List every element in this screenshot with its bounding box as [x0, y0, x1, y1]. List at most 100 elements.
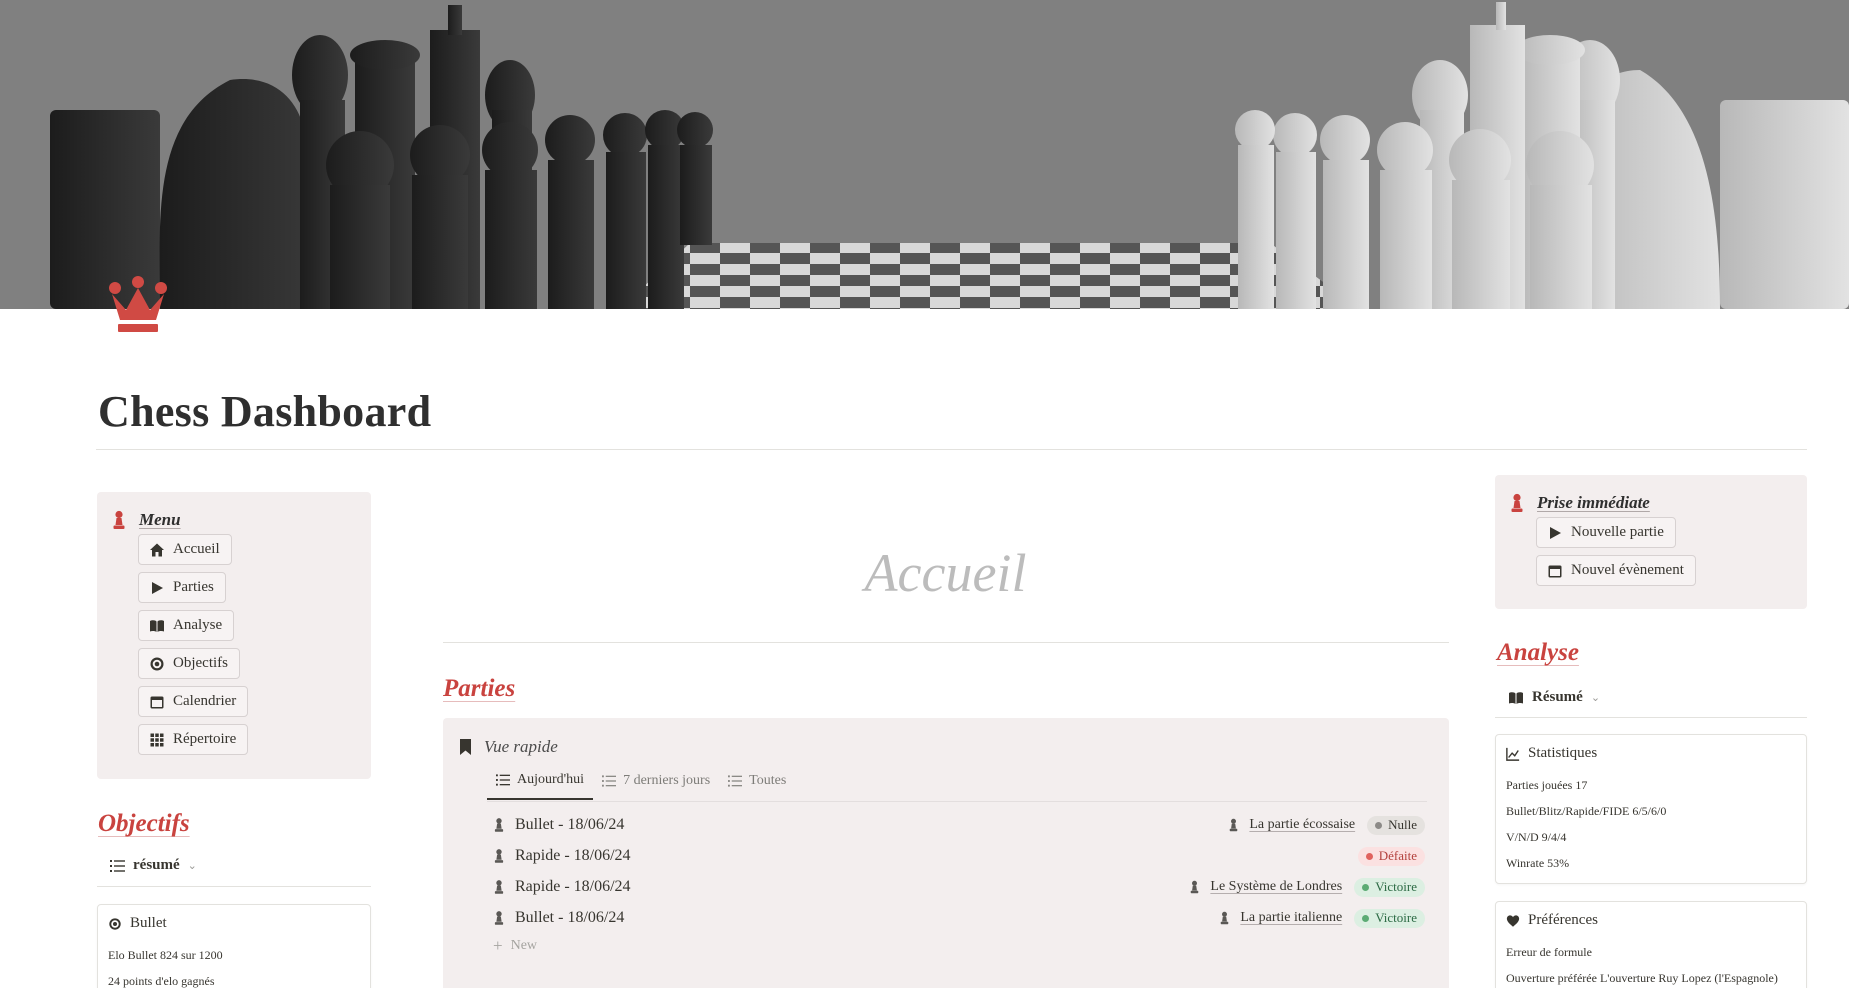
menu-parties-label: Parties [173, 579, 214, 595]
new-row-label: New [510, 938, 538, 953]
table-row[interactable]: Rapide - 18/06/24 Défaite [493, 841, 1425, 871]
menu-title[interactable]: Menu [139, 510, 181, 530]
nouvel-evenement-button[interactable]: Nouvel évènement [1536, 555, 1696, 586]
table-row[interactable]: Bullet - 18/06/24 La partie italienne Vi… [493, 903, 1425, 933]
analyse-view-label: Résumé [1532, 689, 1583, 705]
opening-link[interactable]: Le Système de Londres [1189, 879, 1342, 895]
opening-link[interactable]: La partie italienne [1219, 910, 1342, 926]
list-icon [728, 775, 743, 787]
menu-accueil-button[interactable]: Accueil [138, 534, 232, 565]
calendar-icon [150, 696, 164, 708]
accueil-divider [443, 642, 1449, 643]
game-name: Rapide - 18/06/24 [515, 878, 631, 895]
nouvelle-partie-label: Nouvelle partie [1571, 524, 1664, 540]
analyse-view-switch[interactable]: Résumé ⌄ [1508, 689, 1600, 706]
bookmark-icon [460, 739, 471, 755]
list-icon [496, 774, 510, 786]
book-icon [1509, 691, 1523, 704]
objectif-gain-line: 24 points d'elo gagnés [108, 974, 215, 988]
view-title[interactable]: Vue rapide [484, 737, 558, 757]
table-row[interactable]: Rapide - 18/06/24 Le Système de Londres … [493, 872, 1425, 902]
prise-immediate-callout: Prise immédiate Nouvelle partie Nouvel é… [1495, 475, 1807, 609]
analyse-divider [1495, 717, 1807, 718]
result-label: Défaite [1378, 848, 1417, 863]
menu-analyse-button[interactable]: Analyse [138, 610, 235, 641]
tab-aujourdhui[interactable]: Aujourd'hui [487, 772, 594, 800]
accueil-heading: Accueil [864, 543, 1027, 603]
play-icon [152, 581, 163, 594]
objectif-card[interactable]: Bullet Elo Bullet 824 sur 1200 24 points… [97, 904, 371, 988]
tab-7-derniers-jours-label: 7 derniers jours [623, 773, 711, 788]
result-tag: Victoire [1354, 877, 1425, 897]
parties-heading[interactable]: Parties [443, 675, 515, 703]
title-divider [96, 449, 1807, 450]
nouvel-evenement-label: Nouvel évènement [1571, 562, 1684, 578]
opening-label: La partie italienne [1240, 910, 1343, 925]
pref-erreur-formule: Erreur de formule [1506, 945, 1592, 959]
new-row-button[interactable]: + New [493, 936, 537, 956]
pawn-icon [1221, 911, 1229, 925]
stat-vnd: V/N/D 9/4/4 [1506, 830, 1567, 844]
menu-calendrier-label: Calendrier [173, 693, 237, 709]
pawn-icon [494, 849, 504, 863]
chevron-down-icon: ⌄ [187, 860, 197, 872]
stat-parties-jouees: Parties jouées 17 [1506, 778, 1588, 792]
game-name: Rapide - 18/06/24 [515, 847, 631, 864]
tab-7-derniers-jours[interactable]: 7 derniers jours [593, 772, 719, 800]
list-icon [110, 859, 125, 872]
pref-ouverture: Ouverture préférée L'ouverture Ruy Lopez… [1506, 971, 1778, 985]
statistiques-card[interactable]: Statistiques Parties jouées 17 Bullet/Bl… [1495, 734, 1807, 884]
tab-toutes[interactable]: Toutes [719, 772, 795, 800]
home-icon [150, 543, 164, 556]
menu-repertoire-button[interactable]: Répertoire [138, 724, 249, 755]
tabs-divider [487, 801, 1427, 802]
tab-toutes-label: Toutes [749, 773, 787, 788]
list-icon [602, 775, 617, 787]
pawn-icon [1511, 493, 1523, 512]
pawn-icon [494, 818, 504, 832]
stat-winrate: Winrate 53% [1506, 856, 1570, 870]
objectifs-heading[interactable]: Objectifs [98, 810, 190, 838]
play-icon [1550, 526, 1561, 539]
menu-repertoire-label: Répertoire [173, 731, 237, 747]
menu-parties-button[interactable]: Parties [138, 572, 226, 603]
menu-calendrier-button[interactable]: Calendrier [138, 686, 249, 717]
chart-line-icon [1506, 747, 1520, 761]
opening-label: Le Système de Londres [1210, 879, 1343, 894]
opening-link[interactable]: La partie écossaise [1228, 817, 1355, 833]
result-label: Nulle [1388, 817, 1417, 832]
result-label: Victoire [1375, 910, 1417, 925]
game-name: Bullet - 18/06/24 [515, 816, 625, 833]
chevron-down-icon: ⌄ [1590, 692, 1601, 704]
result-tag: Victoire [1354, 908, 1425, 928]
objectifs-view-switch[interactable]: résumé ⌄ [110, 857, 197, 874]
objectifs-divider [97, 886, 371, 887]
page-title: Chess Dashboard [98, 387, 432, 436]
pawn-icon [494, 880, 504, 894]
pawn-icon [494, 911, 504, 925]
stat-cadences: Bullet/Blitz/Rapide/FIDE 6/5/6/0 [1506, 804, 1667, 818]
calendar-icon [1548, 565, 1562, 577]
menu-analyse-label: Analyse [173, 617, 223, 633]
target-icon [150, 657, 164, 670]
pawn-icon [113, 510, 125, 529]
analyse-heading[interactable]: Analyse [1497, 639, 1579, 667]
objectif-card-title: Bullet [130, 915, 167, 931]
preferences-title: Préférences [1528, 912, 1598, 928]
heart-icon [1506, 914, 1520, 927]
prise-immediate-title[interactable]: Prise immédiate [1537, 493, 1650, 513]
table-row[interactable]: Bullet - 18/06/24 La partie écossaise Nu… [493, 810, 1425, 840]
menu-accueil-label: Accueil [173, 541, 220, 557]
parties-database: Vue rapide Aujourd'hui 7 derniers jours … [443, 718, 1449, 988]
preferences-card[interactable]: Préférences Erreur de formule Ouverture … [1495, 901, 1807, 988]
pawn-icon [1230, 818, 1238, 832]
crown-icon[interactable] [106, 276, 170, 336]
menu-objectifs-button[interactable]: Objectifs [138, 648, 240, 679]
opening-label: La partie écossaise [1249, 817, 1356, 832]
nouvelle-partie-button[interactable]: Nouvelle partie [1536, 517, 1676, 548]
cover-image [0, 0, 1849, 309]
book-icon [150, 619, 164, 632]
tab-aujourdhui-label: Aujourd'hui [517, 772, 585, 787]
target-icon [109, 917, 121, 930]
pawn-icon [1191, 880, 1199, 894]
